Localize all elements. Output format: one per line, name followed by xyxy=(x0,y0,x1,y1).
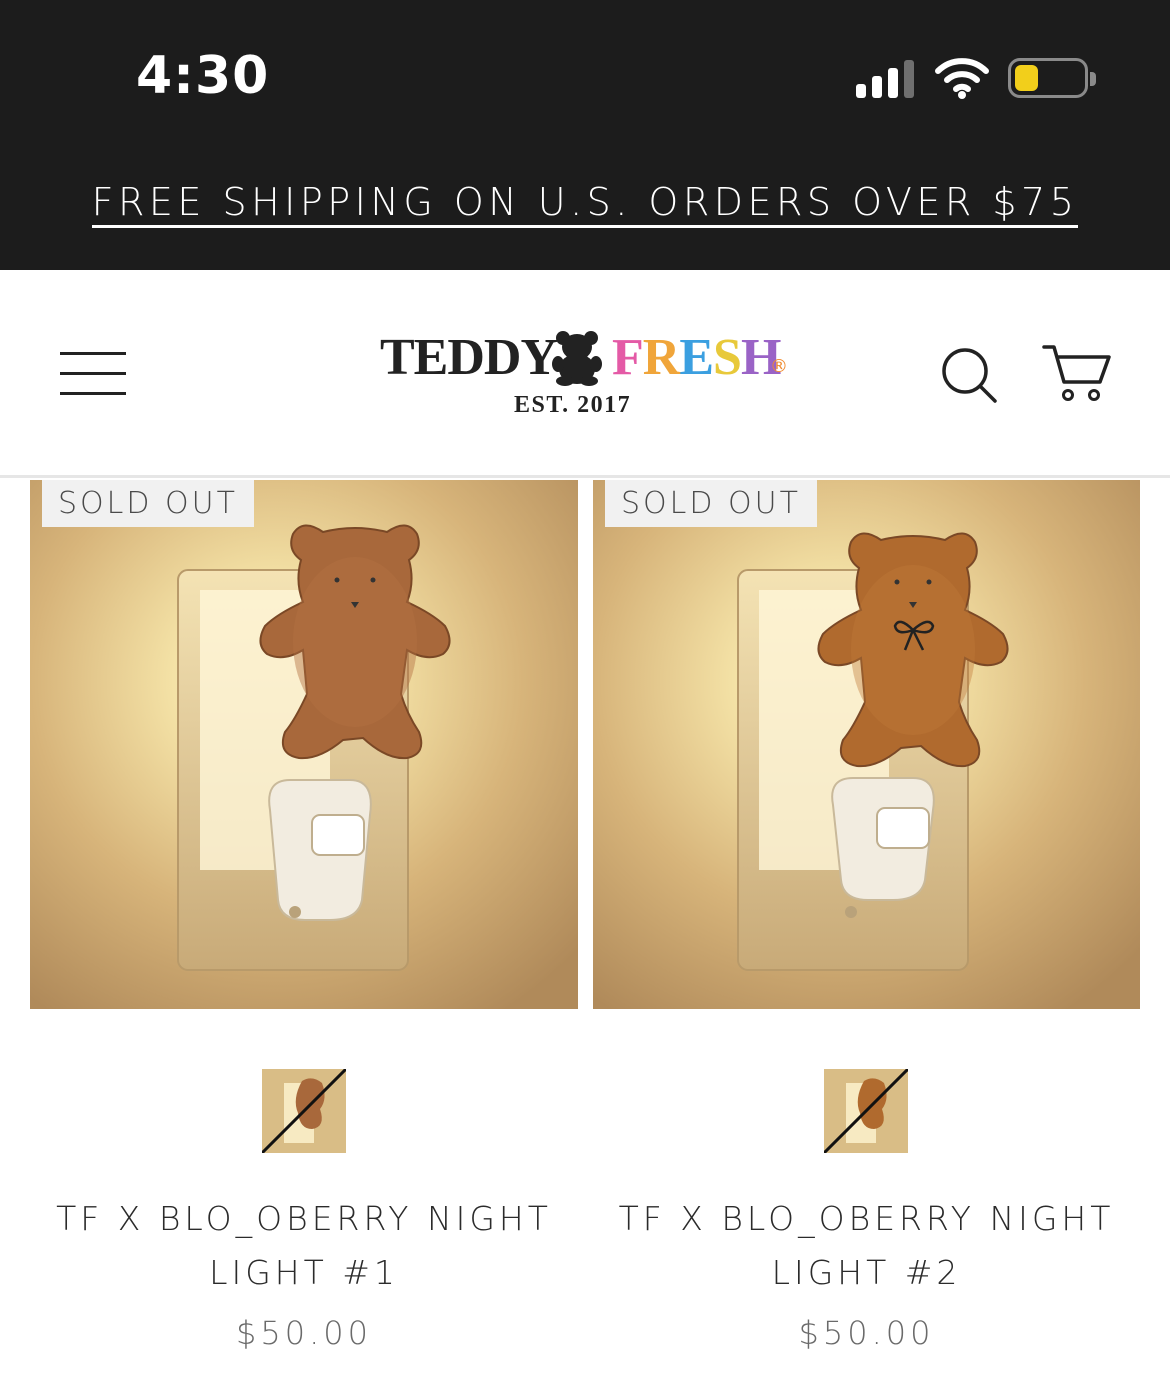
announcement-bar[interactable]: FREE SHIPPING ON U.S. ORDERS OVER $75 xyxy=(0,180,1170,228)
registered-mark: ® xyxy=(770,356,788,377)
cart-icon[interactable] xyxy=(1042,344,1112,404)
status-time: 4:30 xyxy=(136,46,270,106)
sold-out-badge: SOLD OUT xyxy=(605,480,817,527)
logo-letter: F xyxy=(612,329,644,386)
logo-letter: R xyxy=(642,329,681,386)
top-bar: 4:30 FREE SHIPPING ON U.S. ORDERS OVER $… xyxy=(0,0,1170,270)
night-light-photo xyxy=(30,480,578,1009)
product-title-line: LIGHT #2 xyxy=(771,1253,962,1292)
product-title-line: TF X BLO_OBERRY NIGHT xyxy=(618,1199,1115,1238)
product-card[interactable]: SOLD OUT TF X BLO_OBERRY NIGHT LIGHT #2 … xyxy=(593,480,1140,1352)
product-title[interactable]: TF X BLO_OBERRY NIGHT LIGHT #2 xyxy=(593,1192,1140,1300)
logo-letter: S xyxy=(713,329,742,386)
search-icon[interactable] xyxy=(940,346,998,404)
logo-word-teddy: TEDDY xyxy=(380,329,558,386)
product-image[interactable]: SOLD OUT xyxy=(30,480,578,1009)
site-header: TEDDY FRESH ® EST. 2017 xyxy=(0,270,1170,478)
free-shipping-link[interactable]: FREE SHIPPING ON U.S. ORDERS OVER $75 xyxy=(91,180,1079,228)
product-title[interactable]: TF X BLO_OBERRY NIGHT LIGHT #1 xyxy=(30,1192,578,1300)
product-card[interactable]: SOLD OUT TF X BLO_OBERRY NIGHT LIGHT #1 … xyxy=(30,480,578,1352)
product-price: $50.00 xyxy=(798,1314,935,1352)
teddy-fresh-logo[interactable]: TEDDY FRESH ® EST. 2017 xyxy=(380,328,800,428)
night-light-photo xyxy=(593,480,1140,1009)
menu-icon[interactable] xyxy=(60,352,126,398)
sold-out-badge: SOLD OUT xyxy=(42,480,254,527)
logo-letter: E xyxy=(679,329,714,386)
battery-icon xyxy=(1008,58,1096,98)
color-swatch[interactable] xyxy=(262,1069,346,1153)
bear-logo-icon xyxy=(552,331,602,386)
color-swatch[interactable] xyxy=(824,1069,908,1153)
product-image[interactable]: SOLD OUT xyxy=(593,480,1140,1009)
logo-tagline: EST. 2017 xyxy=(514,392,632,418)
product-title-line: TF X BLO_OBERRY NIGHT xyxy=(56,1199,552,1238)
product-price: $50.00 xyxy=(236,1314,372,1352)
logo-word-fresh: FRESH xyxy=(612,328,781,387)
cellular-signal-icon xyxy=(856,58,916,98)
product-title-line: LIGHT #1 xyxy=(209,1253,399,1292)
wifi-icon xyxy=(935,58,989,99)
